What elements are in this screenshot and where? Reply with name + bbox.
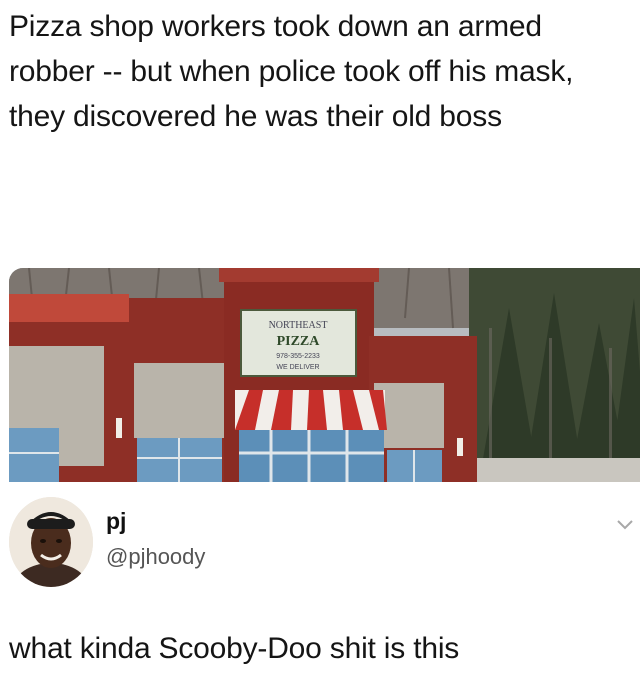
sign-line-2: PIZZA [277, 334, 321, 349]
post-photo[interactable]: NORTHEAST PIZZA 978-355-2233 WE DELIVER [9, 268, 640, 482]
user-handle[interactable]: @pjhoody [106, 544, 205, 570]
avatar[interactable] [9, 497, 93, 587]
sign-line-1: NORTHEAST [269, 320, 328, 331]
avatar-photo [9, 497, 93, 587]
pizza-shop-photo: NORTHEAST PIZZA 978-355-2233 WE DELIVER [9, 268, 640, 482]
post-text: Pizza shop workers took down an armed ro… [9, 10, 574, 133]
reply-text: what kinda Scooby-Doo shit is this [9, 632, 460, 665]
display-name[interactable]: pj [106, 508, 126, 535]
sign-line-4: WE DELIVER [276, 364, 319, 371]
chevron-down-icon[interactable] [616, 518, 634, 532]
sign-line-3: 978-355-2233 [276, 353, 320, 360]
